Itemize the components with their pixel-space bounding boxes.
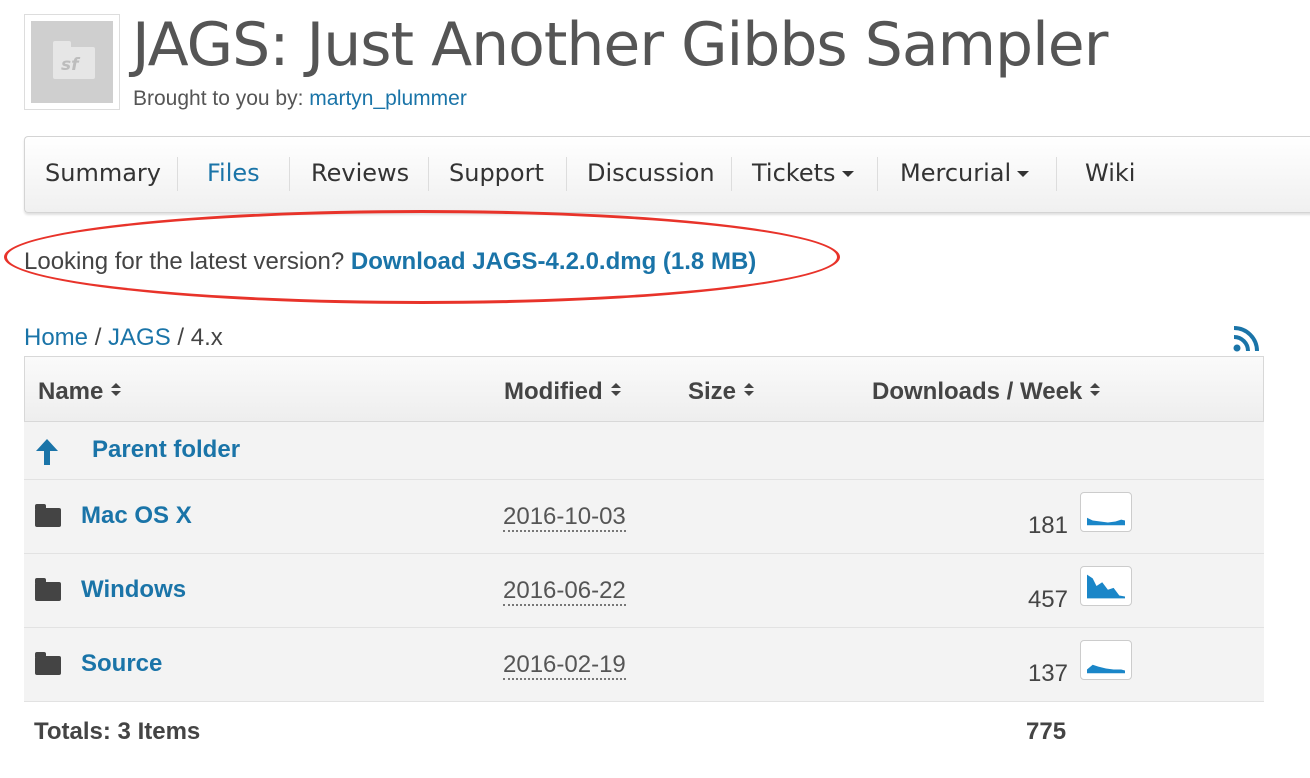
page-title: JAGS: Just Another Gibbs Sampler (132, 10, 1108, 80)
column-header-label: Name (38, 378, 104, 405)
column-header-downloads[interactable]: Downloads / Week (872, 378, 1101, 406)
sort-icon (744, 383, 755, 397)
modified-date: 2016-10-03 (503, 503, 626, 532)
breadcrumb-separator: / (170, 324, 191, 351)
breadcrumb-home[interactable]: Home (24, 324, 88, 351)
files-table: Name Modified Size Downloads / Week Pare… (24, 356, 1264, 760)
folder-icon (35, 504, 61, 527)
tab-wiki[interactable]: Wiki (1085, 159, 1135, 187)
breadcrumb-project[interactable]: JAGS (108, 324, 171, 351)
logo-text: sf (61, 55, 79, 75)
nav-divider (731, 157, 732, 191)
parent-folder-link[interactable]: Parent folder (92, 436, 240, 464)
totals-label: Totals: 3 Items (34, 718, 201, 745)
nav-divider (289, 157, 290, 191)
annotation-ellipse (4, 210, 840, 304)
modified-date: 2016-06-22 (503, 577, 626, 606)
download-count: 137 (1027, 660, 1068, 687)
tab-discussion[interactable]: Discussion (587, 159, 715, 187)
author-link[interactable]: martyn_plummer (309, 87, 467, 110)
folder-logo-icon: sf (31, 21, 113, 103)
folder-link-mac-os-x[interactable]: Mac OS X (81, 502, 192, 530)
tab-mercurial-label: Mercurial (900, 159, 1012, 187)
totals-row: Totals: 3 Items 775 (24, 702, 1264, 760)
sort-icon (610, 383, 621, 397)
column-header-name[interactable]: Name (38, 378, 122, 406)
sparkline-chart-icon[interactable] (1080, 640, 1132, 680)
nav-divider (566, 157, 567, 191)
sparkline-chart-icon[interactable] (1080, 492, 1132, 532)
folder-icon (35, 652, 61, 675)
parent-folder-row[interactable]: Parent folder (24, 422, 1264, 480)
chevron-down-icon (841, 171, 854, 177)
column-header-label: Downloads / Week (872, 378, 1083, 405)
tab-reviews[interactable]: Reviews (311, 159, 409, 187)
table-row: Windows 2016-06-22 457 (24, 554, 1264, 628)
rss-feed-icon[interactable] (1233, 326, 1259, 352)
nav-divider (177, 157, 178, 191)
folder-link-windows[interactable]: Windows (81, 576, 186, 604)
arrow-up-icon (36, 439, 58, 465)
modified-date: 2016-02-19 (503, 651, 626, 680)
tab-mercurial[interactable]: Mercurial (900, 159, 1030, 187)
table-row: Source 2016-02-19 137 (24, 628, 1264, 702)
totals-value: 775 (1026, 718, 1067, 745)
chevron-down-icon (1017, 171, 1030, 177)
nav-divider (877, 157, 878, 191)
project-nav: Summary Files Reviews Support Discussion… (24, 136, 1310, 213)
column-header-label: Modified (504, 378, 603, 405)
tab-tickets[interactable]: Tickets (752, 159, 854, 187)
tab-support[interactable]: Support (449, 159, 544, 187)
breadcrumb: Home / JAGS / 4.x (24, 324, 223, 352)
folder-icon (35, 578, 61, 601)
nav-divider (1056, 157, 1057, 191)
nav-divider (428, 157, 429, 191)
sort-icon (1090, 383, 1101, 397)
sparkline-chart-icon[interactable] (1080, 566, 1132, 606)
table-row: Mac OS X 2016-10-03 181 (24, 480, 1264, 554)
tab-tickets-label: Tickets (752, 159, 836, 187)
byline: Brought to you by: martyn_plummer (133, 87, 467, 111)
breadcrumb-current: 4.x (190, 324, 223, 351)
folder-link-source[interactable]: Source (81, 650, 162, 678)
sort-icon (111, 383, 122, 397)
project-logo: sf (24, 14, 120, 110)
byline-prefix: Brought to you by: (133, 87, 304, 110)
column-header-size[interactable]: Size (688, 378, 755, 406)
tab-files[interactable]: Files (207, 159, 260, 187)
tab-summary[interactable]: Summary (45, 159, 161, 187)
table-header: Name Modified Size Downloads / Week (24, 356, 1264, 422)
download-count: 457 (1027, 586, 1068, 613)
download-count: 181 (1027, 512, 1068, 539)
breadcrumb-separator: / (88, 324, 109, 351)
column-header-label: Size (688, 378, 737, 405)
column-header-modified[interactable]: Modified (504, 378, 621, 406)
